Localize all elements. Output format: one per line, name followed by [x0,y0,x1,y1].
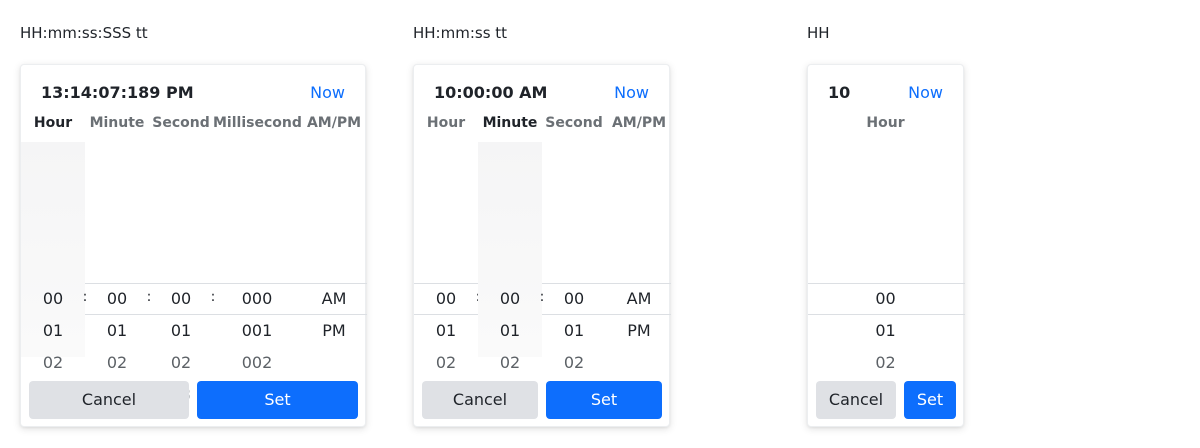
column-header-hour: Hour [866,115,905,131]
current-time-value: 10:00:00 AM [434,83,548,102]
millisecond-option[interactable]: 000 [213,283,301,315]
ampm-option[interactable]: PM [608,315,670,347]
set-button[interactable]: Set [546,381,662,419]
millisecond-option[interactable]: 002 [213,347,301,379]
column-header-millisecond: Millisecond [213,115,302,131]
time-picker-panel: 10 Now Hour 00 01 02 03 Cancel Set [807,64,965,427]
hour-column[interactable]: Hour 00 01 02 03 [21,115,85,404]
hour-option[interactable]: 02 [21,347,85,379]
hour-option[interactable]: 01 [21,315,85,347]
ampm-column[interactable]: AM/PM AM PM [608,115,670,357]
second-option[interactable]: 00 [542,283,606,315]
hour-option[interactable]: 00 [21,283,85,315]
set-button[interactable]: Set [904,381,956,419]
column-header-minute: Minute [89,115,145,131]
column-header-second: Second [545,115,603,131]
now-button[interactable]: Now [614,83,649,102]
hour-option[interactable]: 01 [808,315,963,347]
column-header-hour: Hour [33,115,73,131]
minute-column[interactable]: Minute 00 01 02 03 [85,115,149,404]
column-header-hour: Hour [426,115,466,131]
minute-option[interactable]: 01 [85,315,149,347]
second-option[interactable]: 02 [149,347,213,379]
set-button[interactable]: Set [197,381,358,419]
second-column[interactable]: Second 00 01 02 03 [149,115,213,404]
current-time-value: 10 [828,83,851,102]
millisecond-column[interactable]: Millisecond 000 001 002 003 [213,115,302,404]
cancel-button[interactable]: Cancel [29,381,189,419]
hour-option[interactable]: 02 [414,347,478,379]
minute-column[interactable]: Minute 00 01 02 03 [478,115,542,404]
column-header-minute: Minute [482,115,538,131]
hour-option[interactable]: 01 [414,315,478,347]
hour-column[interactable]: Hour 00 01 02 03 [414,115,478,404]
minute-option[interactable]: 02 [478,347,542,379]
time-picker-panel: 10:00:00 AM Now Hour 00 01 02 03 : Minut… [413,64,671,427]
minute-option[interactable]: 02 [85,347,149,379]
column-header-ampm: AM/PM [611,115,667,131]
cancel-button[interactable]: Cancel [816,381,896,419]
second-option[interactable]: 01 [542,315,606,347]
current-time-value: 13:14:07:189 PM [41,83,194,102]
second-column[interactable]: Second 00 01 02 03 [542,115,606,404]
second-option[interactable]: 00 [149,283,213,315]
ampm-option[interactable]: PM [303,315,365,347]
hour-option[interactable]: 02 [808,347,963,379]
minute-option[interactable]: 00 [85,283,149,315]
cancel-button[interactable]: Cancel [422,381,538,419]
now-button[interactable]: Now [310,83,345,102]
hour-option[interactable]: 00 [808,283,963,315]
second-option[interactable]: 01 [149,315,213,347]
format-label: HH:mm:ss tt [413,24,508,42]
minute-option[interactable]: 00 [478,283,542,315]
ampm-column[interactable]: AM/PM AM PM [303,115,365,357]
time-picker-panel: 13:14:07:189 PM Now Hour 00 01 02 03 : M… [20,64,367,427]
hour-column[interactable]: Hour 00 01 02 03 [808,115,963,404]
ampm-option[interactable]: AM [608,283,670,315]
format-label: HH [807,24,830,42]
millisecond-option[interactable]: 001 [213,315,301,347]
ampm-option[interactable]: AM [303,283,365,315]
hour-option[interactable]: 00 [414,283,478,315]
minute-option[interactable]: 01 [478,315,542,347]
column-header-ampm: AM/PM [306,115,362,131]
column-header-second: Second [152,115,210,131]
format-label: HH:mm:ss:SSS tt [20,24,148,42]
now-button[interactable]: Now [908,83,943,102]
second-option[interactable]: 02 [542,347,606,379]
